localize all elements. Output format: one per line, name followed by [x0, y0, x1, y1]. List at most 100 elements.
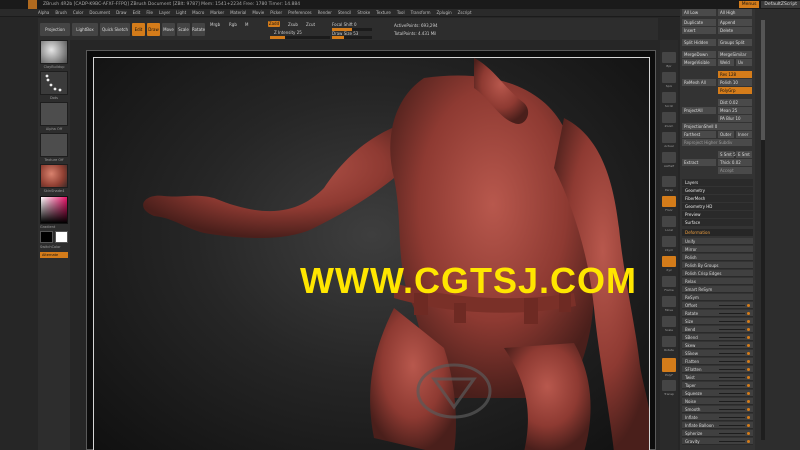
section-surface[interactable]: Surface [682, 219, 753, 226]
deformation-offset[interactable]: Offset [682, 302, 753, 309]
deformation-smooth[interactable]: Smooth [682, 406, 753, 413]
farthest-button[interactable]: Farthest [682, 131, 716, 138]
scrollbar-thumb[interactable] [761, 20, 765, 140]
menu-zscript[interactable]: Zscript [458, 10, 472, 15]
deformation-slider-track[interactable] [719, 321, 745, 322]
lsym-button[interactable] [662, 236, 676, 247]
deformation-sskew[interactable]: SSkew [682, 350, 753, 357]
menu-stroke[interactable]: Stroke [357, 10, 370, 15]
local-button[interactable] [662, 216, 676, 227]
mrgb-toggle[interactable]: Mrgb [210, 22, 220, 27]
res-slider[interactable]: Res 128 [718, 71, 752, 78]
z-intensity-slider[interactable] [270, 36, 330, 39]
weld-button[interactable]: Weld [718, 59, 734, 66]
color-picker[interactable] [40, 196, 68, 224]
deformation-taper[interactable]: Taper [682, 382, 753, 389]
menu-brush[interactable]: Brush [55, 10, 67, 15]
section-deformation[interactable]: Deformation [682, 229, 753, 236]
transp-button[interactable] [662, 380, 676, 391]
axis-toggle-icon[interactable] [747, 304, 750, 307]
deformation-slider-track[interactable] [719, 409, 745, 410]
material-thumbnail[interactable] [40, 164, 68, 188]
deformation-sbend[interactable]: SBend [682, 334, 753, 341]
axis-toggle-icon[interactable] [747, 432, 750, 435]
menu-color[interactable]: Color [73, 10, 83, 15]
axis-toggle-icon[interactable] [747, 384, 750, 387]
merge-similar-button[interactable]: MergeSimilar [718, 51, 752, 58]
deformation-size[interactable]: Size [682, 318, 753, 325]
move-button[interactable]: Move [162, 23, 175, 36]
quick-sketch-button[interactable]: Quick Sketch [100, 23, 130, 36]
pa-blur-slider[interactable]: PA Blur 10 [718, 115, 752, 122]
axis-toggle-icon[interactable] [747, 416, 750, 419]
rgb-toggle[interactable]: Rgb [229, 22, 237, 27]
edit-button[interactable]: Edit [132, 23, 145, 36]
projection-shell-slider[interactable]: ProjectionShell 0 [682, 123, 752, 130]
draw-button[interactable]: Draw [147, 23, 160, 36]
lightbox-button[interactable]: LightBox [72, 23, 98, 36]
deformation-slider-track[interactable] [719, 361, 745, 362]
axis-toggle-icon[interactable] [747, 328, 750, 331]
deformation-inflate-balloon[interactable]: Inflate Balloon [682, 422, 753, 429]
menu-edit[interactable]: Edit [133, 10, 141, 15]
axis-toggle-icon[interactable] [747, 408, 750, 411]
axis-toggle-icon[interactable] [747, 312, 750, 315]
menu-movie[interactable]: Movie [252, 10, 264, 15]
zsub-toggle[interactable]: Zsub [288, 22, 298, 27]
deformation-slider-track[interactable] [719, 305, 745, 306]
project-all-button[interactable]: ProjectAll [682, 107, 716, 114]
switch-color-button[interactable]: SwitchColor [40, 245, 68, 249]
menu-transform[interactable]: Transform [411, 10, 431, 15]
aahalf-button[interactable] [662, 152, 676, 163]
deformation-slider-track[interactable] [719, 425, 745, 426]
append-button[interactable]: Append [718, 19, 752, 26]
deformation-slider-track[interactable] [719, 329, 745, 330]
rotate-view-button[interactable] [662, 336, 676, 347]
scroll-button[interactable] [662, 92, 676, 103]
reproject-higher-subdiv-button[interactable]: Reproject Higher Subdiv [682, 139, 752, 146]
axis-toggle-icon[interactable] [747, 344, 750, 347]
section-preview[interactable]: Preview [682, 211, 753, 218]
section-geometry[interactable]: Geometry [682, 187, 753, 194]
polish-slider[interactable]: Polish 10 [718, 79, 752, 86]
menu-render[interactable]: Render [318, 10, 332, 15]
frame-button[interactable] [662, 276, 676, 287]
deformation-relax[interactable]: Relax [682, 278, 753, 285]
brush-thumbnail[interactable] [40, 40, 68, 64]
dist-slider[interactable]: Dist 0.02 [718, 99, 752, 106]
deformation-squeeze[interactable]: Squeeze [682, 390, 753, 397]
axis-toggle-icon[interactable] [747, 400, 750, 403]
menu-texture[interactable]: Texture [376, 10, 391, 15]
menu-alpha[interactable]: Alpha [38, 10, 49, 15]
default-zscript-button[interactable]: DefaultZScript [761, 1, 800, 8]
extract-button[interactable]: Extract [682, 159, 716, 166]
section-geometry-hd[interactable]: Geometry HD [682, 203, 753, 210]
axis-toggle-icon[interactable] [747, 320, 750, 323]
deformation-slider-track[interactable] [719, 377, 745, 378]
menu-tool[interactable]: Tool [397, 10, 405, 15]
menu-stencil[interactable]: Stencil [338, 10, 352, 15]
thick-slider[interactable]: Thick 0.02 [718, 159, 752, 166]
menu-picker[interactable]: Picker [270, 10, 282, 15]
menus-button[interactable]: Menus [738, 1, 760, 8]
axis-toggle-icon[interactable] [747, 424, 750, 427]
deformation-polish-crisp-edges[interactable]: Polish Crisp Edges [682, 270, 753, 277]
mean-slider[interactable]: Mean 25 [718, 107, 752, 114]
menu-macro[interactable]: Macro [192, 10, 204, 15]
xyz-button[interactable] [662, 256, 676, 267]
deformation-slider-track[interactable] [719, 385, 745, 386]
deformation-sflatten[interactable]: SFlatten [682, 366, 753, 373]
deformation-noise[interactable]: Noise [682, 398, 753, 405]
deformation-slider-track[interactable] [719, 313, 745, 314]
axis-toggle-icon[interactable] [747, 368, 750, 371]
floor-button[interactable] [662, 196, 676, 207]
zadd-button[interactable]: Zadd [268, 21, 280, 27]
deformation-gravity[interactable]: Gravity [682, 438, 753, 445]
zcut-toggle[interactable]: Zcut [306, 22, 315, 27]
deformation-inflate[interactable]: Inflate [682, 414, 753, 421]
actual-button[interactable] [662, 132, 676, 143]
s-smt-slider[interactable]: S Smt 5 [718, 151, 736, 158]
insert-button[interactable]: Insert [682, 27, 716, 34]
accept-button[interactable]: Accept [718, 167, 752, 174]
deformation-slider-track[interactable] [719, 345, 745, 346]
